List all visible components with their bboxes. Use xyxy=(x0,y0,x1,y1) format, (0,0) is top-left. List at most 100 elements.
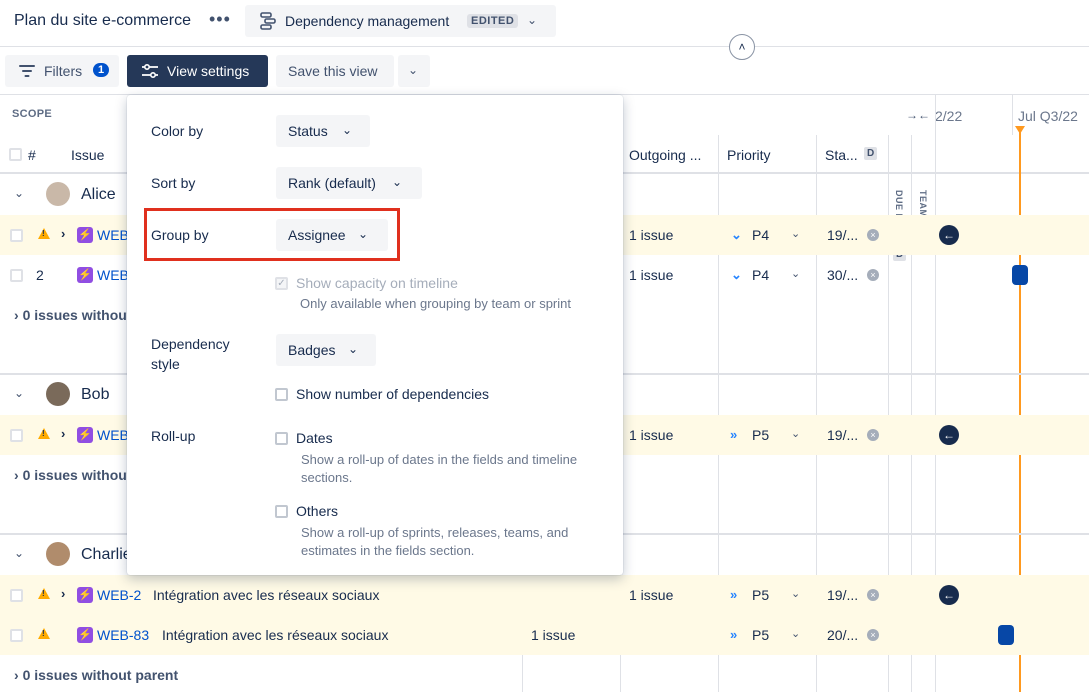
timeline-bar[interactable] xyxy=(998,625,1014,645)
show-capacity-help: Only available when grouping by team or … xyxy=(300,296,571,311)
expand-icon[interactable]: › xyxy=(61,226,65,241)
collapse-fields-icon[interactable]: →← xyxy=(906,108,930,122)
no-parent-row[interactable]: › 0 issues without xyxy=(14,467,131,483)
row-checkbox[interactable] xyxy=(10,269,23,282)
rollup-dates-checkbox[interactable] xyxy=(275,432,288,445)
chevron-down-icon[interactable]: ⌄ xyxy=(791,227,800,240)
filters-button[interactable]: Filters 1 xyxy=(5,55,119,87)
view-selector[interactable]: Dependency management EDITED ⌄ xyxy=(245,5,556,37)
outgoing-cell[interactable]: 1 issue xyxy=(629,227,673,243)
clear-icon[interactable]: × xyxy=(867,269,879,281)
expand-icon[interactable]: › xyxy=(61,426,65,441)
timeline-bar[interactable] xyxy=(1012,265,1028,285)
scope-label: SCOPE xyxy=(12,108,53,120)
chevron-down-icon[interactable]: ⌄ xyxy=(791,587,800,600)
app-root: Plan du site e-commerce ••• Dependency m… xyxy=(0,0,1089,692)
no-parent-label: 0 issues without xyxy=(22,467,132,483)
outgoing-cell[interactable]: 1 issue xyxy=(629,267,673,283)
outgoing-cell[interactable]: 1 issue xyxy=(629,587,673,603)
hash-column-header: # xyxy=(28,147,36,163)
dependency-style-label-2: style xyxy=(151,356,180,372)
priority-column-header[interactable]: Priority xyxy=(727,147,771,163)
color-by-select[interactable]: Status ⌄ xyxy=(276,115,370,147)
rollup-dates-help-2: sections. xyxy=(301,470,353,485)
avatar xyxy=(46,542,70,566)
priority-value[interactable]: P4 xyxy=(752,227,769,243)
chevron-down-icon[interactable]: ⌄ xyxy=(791,427,800,440)
chevron-down-icon: ⌄ xyxy=(408,63,419,77)
issue-key[interactable]: WEB xyxy=(97,227,129,243)
clear-icon[interactable]: × xyxy=(867,429,879,441)
sort-by-label: Sort by xyxy=(151,175,196,191)
issue-key[interactable]: WEB-2 xyxy=(97,587,141,603)
show-dependency-count-checkbox[interactable] xyxy=(275,388,288,401)
issue-key[interactable]: WEB-83 xyxy=(97,627,149,643)
chevron-down-icon[interactable]: ⌄ xyxy=(791,627,800,640)
rollup-dates-label: Dates xyxy=(296,430,333,446)
clear-icon[interactable]: × xyxy=(867,589,879,601)
show-dependency-count-label: Show number of dependencies xyxy=(296,386,490,402)
chevron-down-icon[interactable]: ⌄ xyxy=(14,386,24,400)
priority-lowest-icon: » xyxy=(730,627,738,642)
expand-icon[interactable]: › xyxy=(61,586,65,601)
sort-by-select[interactable]: Rank (default) ⌄ xyxy=(276,167,422,199)
status-value: 20/... xyxy=(827,627,859,643)
rollup-label: Roll-up xyxy=(151,428,196,444)
priority-value[interactable]: P5 xyxy=(752,627,769,643)
chevron-down-icon[interactable]: ⌄ xyxy=(14,546,24,560)
save-view-button[interactable]: Save this view xyxy=(276,55,394,87)
save-view-label: Save this view xyxy=(288,63,378,79)
table-row[interactable]: › ⚡ WEB-2 Intégration avec les réseaux s… xyxy=(0,575,1089,615)
row-checkbox[interactable] xyxy=(10,589,23,602)
priority-value[interactable]: P5 xyxy=(752,427,769,443)
edited-badge: EDITED xyxy=(467,14,519,28)
select-all-checkbox[interactable] xyxy=(9,148,22,161)
plan-title[interactable]: Plan du site e-commerce xyxy=(14,12,191,30)
priority-value[interactable]: P5 xyxy=(752,587,769,603)
row-checkbox[interactable] xyxy=(10,429,23,442)
row-checkbox[interactable] xyxy=(10,229,23,242)
issue-key[interactable]: WEB xyxy=(97,267,129,283)
no-parent-row[interactable]: › 0 issues without parent xyxy=(14,667,178,683)
outgoing-cell[interactable]: 1 issue xyxy=(629,427,673,443)
filters-label: Filters xyxy=(44,63,83,79)
status-value: 19/... xyxy=(827,227,859,243)
warning-icon xyxy=(38,588,50,599)
chevron-down-icon[interactable]: ⌄ xyxy=(14,186,24,200)
timeline-current-label: Jul Q3/22 xyxy=(1018,108,1078,124)
arrow-left-icon[interactable]: ← xyxy=(939,585,959,605)
arrow-left-icon[interactable]: ← xyxy=(939,225,959,245)
top-bar: Plan du site e-commerce ••• Dependency m… xyxy=(0,0,1089,47)
more-actions-icon[interactable]: ••• xyxy=(209,9,231,30)
priority-value[interactable]: P4 xyxy=(752,267,769,283)
save-view-dropdown-button[interactable]: ⌄ xyxy=(398,55,430,87)
filters-count-badge: 1 xyxy=(93,63,110,77)
no-parent-row[interactable]: › 0 issues without xyxy=(14,307,131,323)
issue-summary[interactable]: Intégration avec les réseaux sociaux xyxy=(162,627,388,643)
rollup-others-checkbox[interactable] xyxy=(275,505,288,518)
show-capacity-checkbox[interactable]: ✓ xyxy=(275,277,288,290)
timeline-prev-label: 2/22 xyxy=(935,108,963,124)
dependency-style-value: Badges xyxy=(288,342,336,358)
issue-key[interactable]: WEB xyxy=(97,427,129,443)
group-name: Alice xyxy=(81,186,116,203)
issue-column-header[interactable]: Issue xyxy=(71,147,104,163)
incoming-cell[interactable]: 1 issue xyxy=(531,627,575,643)
arrow-left-icon[interactable]: ← xyxy=(939,425,959,445)
epic-icon: ⚡ xyxy=(77,587,93,603)
color-by-value: Status xyxy=(288,123,328,139)
status-column-header[interactable]: Sta... xyxy=(825,147,858,163)
chevron-down-icon: ⌄ xyxy=(392,175,403,189)
row-checkbox[interactable] xyxy=(10,629,23,642)
chevron-down-icon: ⌄ xyxy=(527,13,538,27)
avatar xyxy=(46,182,70,206)
issue-summary[interactable]: Intégration avec les réseaux sociaux xyxy=(153,587,379,603)
outgoing-column-header[interactable]: Outgoing ... xyxy=(629,147,701,163)
view-settings-button[interactable]: View settings xyxy=(127,55,268,87)
clear-icon[interactable]: × xyxy=(867,229,879,241)
clear-icon[interactable]: × xyxy=(867,629,879,641)
warning-icon xyxy=(38,428,50,439)
table-row[interactable]: ⚡ WEB-83 Intégration avec les réseaux so… xyxy=(0,615,1089,655)
chevron-down-icon[interactable]: ⌄ xyxy=(791,267,800,280)
dependency-style-select[interactable]: Badges ⌄ xyxy=(276,334,376,366)
